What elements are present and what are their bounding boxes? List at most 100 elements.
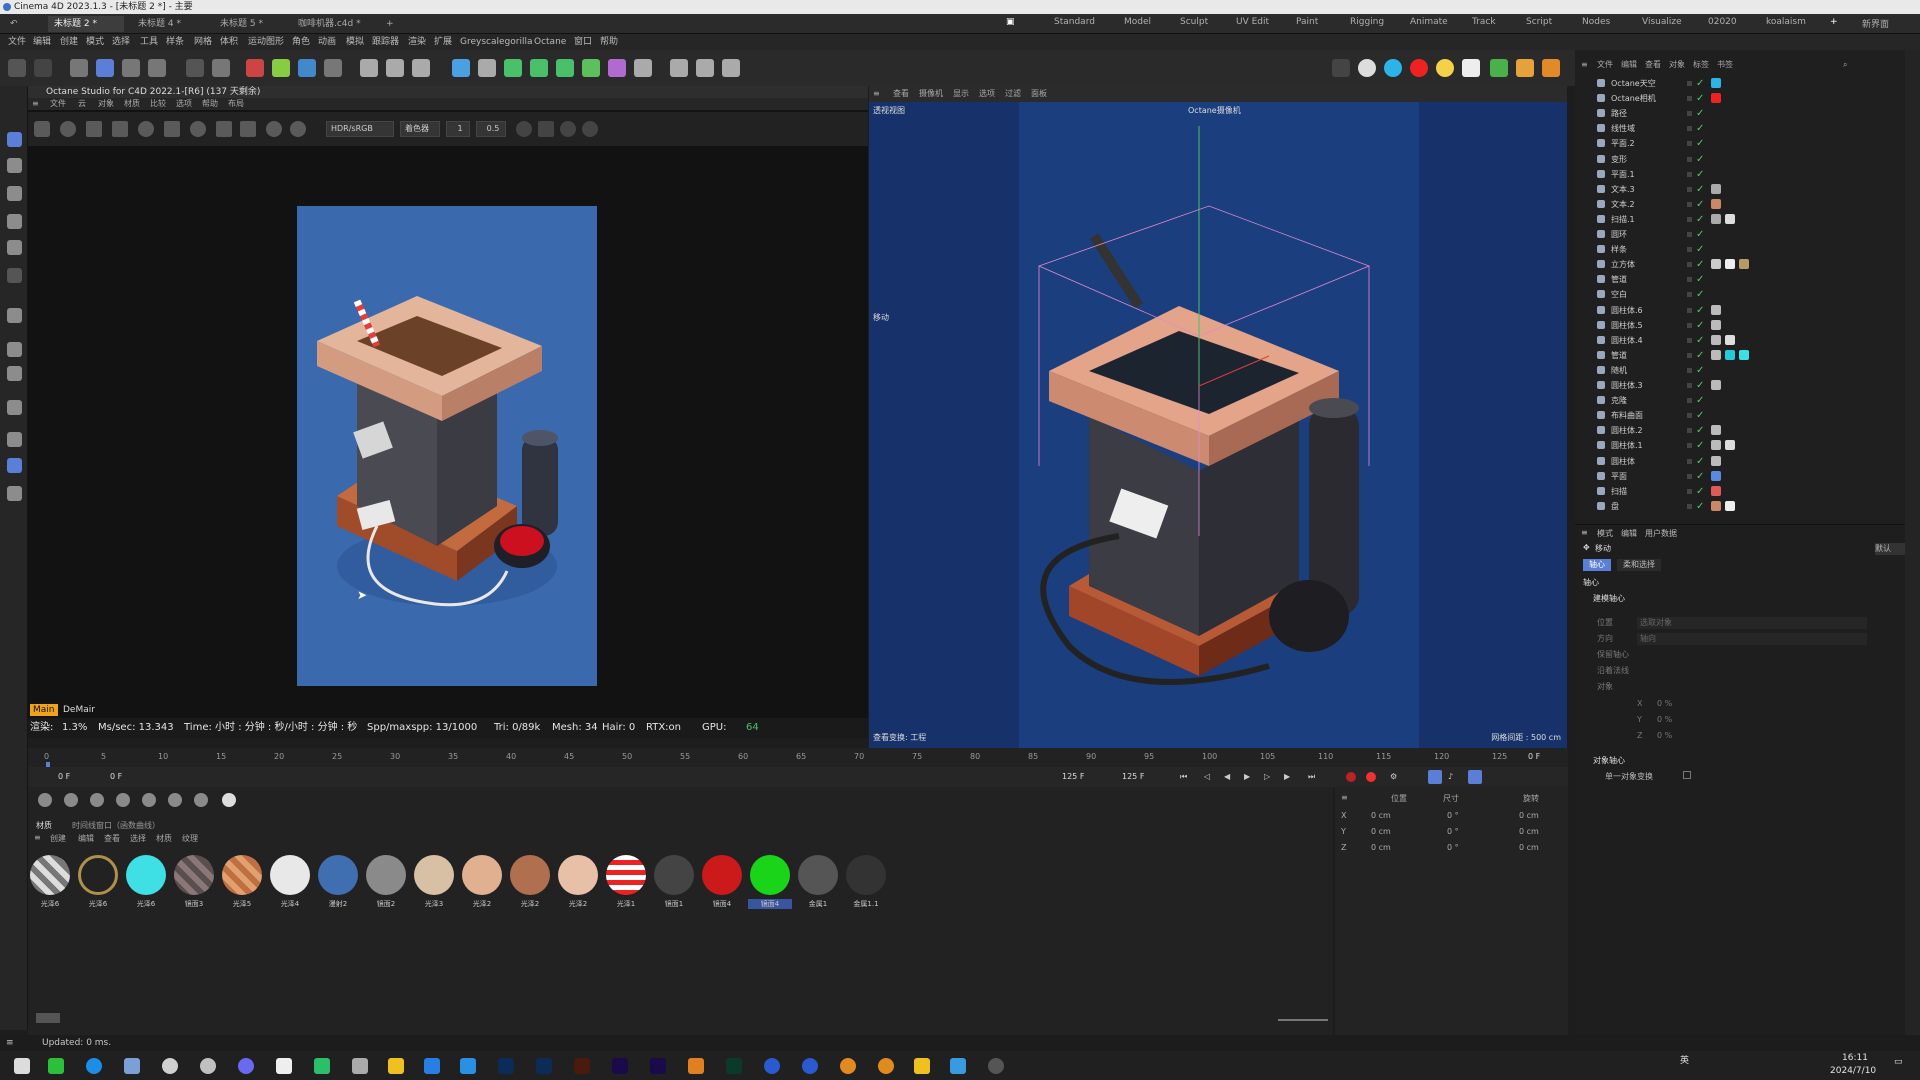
camera-icon[interactable] xyxy=(696,59,714,77)
material-swatch-16[interactable] xyxy=(750,855,790,895)
object-row[interactable]: 圆柱体.3 ✓ xyxy=(1575,378,1920,393)
object-tag-icon[interactable] xyxy=(1711,304,1721,315)
octane-send-icon[interactable] xyxy=(34,121,50,137)
visibility-dot-icon[interactable] xyxy=(1687,413,1692,419)
render-sphere-icon-7[interactable] xyxy=(194,793,208,807)
snap-icon[interactable] xyxy=(186,59,204,77)
light-icon[interactable] xyxy=(722,59,740,77)
object-tag-icon[interactable] xyxy=(1711,425,1721,436)
go-start-icon[interactable]: ⏮ xyxy=(1180,767,1187,787)
menu-window[interactable]: 窗口 xyxy=(574,34,592,50)
visibility-dot-icon[interactable] xyxy=(1687,337,1692,343)
enabled-check-icon[interactable]: ✓ xyxy=(1696,348,1704,363)
new-tab-plus-icon[interactable]: + xyxy=(380,16,394,32)
material-swatch-18[interactable] xyxy=(846,855,886,895)
object-row[interactable]: 圆柱体.6 ✓ xyxy=(1575,303,1920,318)
object-tag-icon[interactable] xyxy=(1711,259,1721,270)
attr-modeling-axis[interactable]: 建模轴心 xyxy=(1593,593,1625,604)
layout-sculpt[interactable]: Sculpt xyxy=(1180,17,1208,27)
material-swatch-7[interactable] xyxy=(318,855,358,895)
viewport-menu-display[interactable]: 显示 xyxy=(953,86,969,102)
enabled-check-icon[interactable]: ✓ xyxy=(1696,167,1704,182)
object-row[interactable]: 克隆 ✓ xyxy=(1575,393,1920,408)
object-row[interactable]: 圆柱体.2 ✓ xyxy=(1575,423,1920,438)
object-row[interactable]: 圆柱体.4 ✓ xyxy=(1575,333,1920,348)
points-mode-icon[interactable] xyxy=(7,158,22,173)
menu-tools[interactable]: 工具 xyxy=(140,34,158,50)
menu-volume[interactable]: 体积 xyxy=(220,34,238,50)
attr-single-object-checkbox[interactable] xyxy=(1683,771,1691,779)
enabled-check-icon[interactable]: ✓ xyxy=(1696,423,1704,438)
material-menu-view[interactable]: 查看 xyxy=(104,833,120,844)
menu-mesh[interactable]: 网格 xyxy=(194,34,212,50)
menu-mode[interactable]: 模式 xyxy=(86,34,104,50)
visibility-dot-icon[interactable] xyxy=(1687,307,1692,313)
attr-x-value[interactable]: 0 % xyxy=(1657,699,1672,708)
scene-icon[interactable] xyxy=(634,59,652,77)
object-tag-icon[interactable] xyxy=(1725,259,1735,270)
doc-tab-1[interactable]: 未标题 2 * xyxy=(48,16,124,32)
object-menu-bookmark[interactable]: 书签 xyxy=(1717,58,1733,72)
material-swatch-2[interactable] xyxy=(78,855,118,895)
enabled-check-icon[interactable]: ✓ xyxy=(1696,227,1704,242)
enabled-check-icon[interactable]: ✓ xyxy=(1696,257,1704,272)
layout-paint[interactable]: Paint xyxy=(1296,17,1318,27)
folder-icon[interactable] xyxy=(914,1058,930,1074)
attr-tab-soft-selection[interactable]: 柔和选择 xyxy=(1617,559,1661,571)
object-row[interactable]: 扫描 ✓ xyxy=(1575,484,1920,499)
menu-extensions[interactable]: 扩展 xyxy=(434,34,452,50)
layout-animate[interactable]: Animate xyxy=(1410,17,1448,27)
coord-x-pos[interactable]: 0 cm xyxy=(1371,811,1391,820)
octane-menu-layout[interactable]: 布局 xyxy=(228,98,244,110)
visibility-dot-icon[interactable] xyxy=(1687,398,1692,404)
octane-light-icon[interactable] xyxy=(1462,59,1480,77)
timeline-current-frame[interactable]: 0 F xyxy=(110,767,122,787)
snap-grid-icon[interactable] xyxy=(7,458,22,473)
prev-frame-icon[interactable]: ◀ xyxy=(1224,767,1230,787)
object-row[interactable]: Octane相机 ✓ xyxy=(1575,91,1920,106)
layout-02020[interactable]: 02020 xyxy=(1708,17,1737,27)
visibility-dot-icon[interactable] xyxy=(1687,156,1692,162)
octane-add-icon[interactable] xyxy=(216,121,232,137)
cinema4d-icon[interactable] xyxy=(764,1058,780,1074)
menu-octane[interactable]: Octane xyxy=(534,34,566,50)
enabled-check-icon[interactable]: ✓ xyxy=(1696,438,1704,453)
object-tag-icon[interactable] xyxy=(1739,349,1749,360)
object-row[interactable]: 变形 ✓ xyxy=(1575,152,1920,167)
enabled-check-icon[interactable]: ✓ xyxy=(1696,106,1704,121)
object-row[interactable]: 文本.3 ✓ xyxy=(1575,182,1920,197)
object-row[interactable]: 布料曲面 ✓ xyxy=(1575,408,1920,423)
texture-mode-icon[interactable] xyxy=(7,342,22,357)
object-menu-icon[interactable]: ≡ xyxy=(1581,58,1588,72)
octane-plugin-icon[interactable] xyxy=(1516,59,1534,77)
next-key-icon[interactable]: ▶ xyxy=(1284,767,1290,787)
object-row[interactable]: 管道 ✓ xyxy=(1575,348,1920,363)
layout-icon-active[interactable]: ▣ xyxy=(1006,17,1015,27)
magnet-icon[interactable] xyxy=(7,400,22,415)
visibility-dot-icon[interactable] xyxy=(1687,367,1692,373)
enabled-check-icon[interactable]: ✓ xyxy=(1696,272,1704,287)
material-swatch-14[interactable] xyxy=(654,855,694,895)
menu-tracker[interactable]: 跟踪器 xyxy=(372,34,399,50)
viewport-menu-filter[interactable]: 过滤 xyxy=(1005,86,1021,102)
visibility-dot-icon[interactable] xyxy=(1687,96,1692,102)
visibility-dot-icon[interactable] xyxy=(1687,81,1692,86)
material-swatch-1[interactable] xyxy=(30,855,70,895)
material-swatch-8[interactable] xyxy=(366,855,406,895)
windows-start-icon[interactable] xyxy=(14,1058,30,1074)
enabled-check-icon[interactable]: ✓ xyxy=(1696,378,1704,393)
blender-icon[interactable] xyxy=(840,1058,856,1074)
material-swatch-10[interactable] xyxy=(462,855,502,895)
material-tab[interactable]: 材质 xyxy=(36,820,52,831)
octane-photo-icon[interactable] xyxy=(516,121,532,137)
menu-greyscalegorilla[interactable]: Greyscalegorilla xyxy=(460,34,532,50)
object-tag-icon[interactable] xyxy=(1725,349,1735,360)
app-icon-12[interactable] xyxy=(460,1058,476,1074)
octane-value-1[interactable]: 1 xyxy=(446,121,470,137)
attr-position-select[interactable]: 选取对象 xyxy=(1637,617,1867,629)
cinema4d-icon-2[interactable] xyxy=(802,1058,818,1074)
octane-menu-materials[interactable]: 材质 xyxy=(124,98,140,110)
octane-layer-icon[interactable] xyxy=(240,121,256,137)
material-menu-edit[interactable]: 编辑 xyxy=(78,833,94,844)
enabled-check-icon[interactable]: ✓ xyxy=(1696,484,1704,499)
